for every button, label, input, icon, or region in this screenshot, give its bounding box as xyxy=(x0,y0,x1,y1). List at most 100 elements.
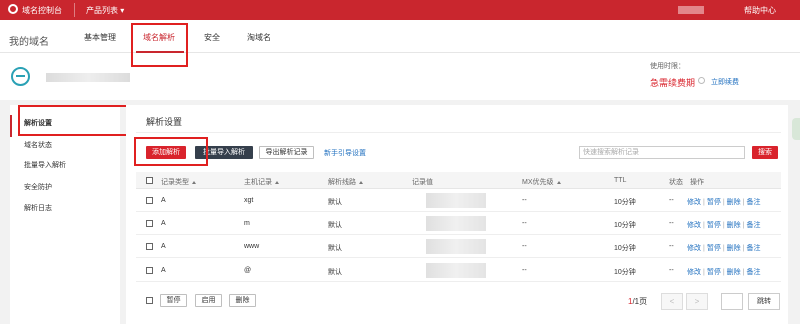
sort-up-icon xyxy=(192,180,196,184)
sidebar-active-indicator xyxy=(10,115,12,137)
col-host[interactable]: 主机记录 xyxy=(244,177,279,187)
cell-mx: -- xyxy=(522,267,527,274)
console-logo-icon xyxy=(8,4,18,14)
col-record-type[interactable]: 记录类型 xyxy=(161,177,196,187)
table-header: 记录类型 主机记录 解析线路 记录值 MX优先级 TTL 状态 操作 xyxy=(136,172,781,189)
pager-info: 1/1页 xyxy=(628,296,647,307)
row-actions: 修改 | 暂停 | 删除 | 备注 xyxy=(687,243,760,253)
sidebar-item-security-protection[interactable]: 安全防护 xyxy=(24,182,52,192)
divider: | xyxy=(703,222,705,229)
note-link[interactable]: 备注 xyxy=(746,199,760,206)
delete-link[interactable]: 删除 xyxy=(727,199,741,206)
side-float-tab[interactable] xyxy=(792,118,800,140)
col-actions: 操作 xyxy=(690,179,704,186)
pager-total: /1页 xyxy=(632,297,648,306)
col-line[interactable]: 解析线路 xyxy=(328,177,363,187)
table-row: A @ 默认 -- 10分钟 -- 修改 | 暂停 | 删除 | 备注 xyxy=(136,260,781,282)
sort-up-icon xyxy=(359,180,363,184)
help-center-link[interactable]: 帮助中心 xyxy=(744,5,776,16)
row-actions: 修改 | 暂停 | 删除 | 备注 xyxy=(687,220,760,230)
note-link[interactable]: 备注 xyxy=(746,245,760,252)
note-link[interactable]: 备注 xyxy=(746,269,760,276)
delete-link[interactable]: 删除 xyxy=(727,269,741,276)
renew-now-link[interactable]: 立即续费 xyxy=(711,77,739,87)
console-brand[interactable]: 域名控制台 xyxy=(22,5,62,16)
tab-basic-management[interactable]: 基本管理 xyxy=(84,32,116,43)
tab-divider xyxy=(0,52,800,53)
table-row: A www 默认 -- 10分钟 -- 修改 | 暂停 | 删除 | 备注 xyxy=(136,236,781,258)
row-checkbox[interactable] xyxy=(146,267,153,274)
pause-link[interactable]: 暂停 xyxy=(707,269,721,276)
cell-status: -- xyxy=(669,267,674,274)
select-all-checkbox[interactable] xyxy=(146,177,153,184)
highlight-box-sidebar xyxy=(18,105,131,136)
delete-link[interactable]: 删除 xyxy=(727,245,741,252)
page-header: 我的域名 基本管理 域名解析 安全 淘域名 使用时限： 急需续费期 立即续费 xyxy=(0,20,800,100)
next-page-button[interactable]: > xyxy=(686,293,708,310)
cell-type: A xyxy=(161,243,166,250)
sidebar-item-domain-status[interactable]: 域名状态 xyxy=(24,140,52,150)
tab-security[interactable]: 安全 xyxy=(204,32,220,43)
cell-line: 默认 xyxy=(328,269,342,276)
page-number-input[interactable] xyxy=(721,293,743,310)
pause-link[interactable]: 暂停 xyxy=(707,222,721,229)
edit-link[interactable]: 修改 xyxy=(687,245,701,252)
expire-status: 急需续费期 xyxy=(650,78,696,88)
tab-taobao-domain[interactable]: 淘域名 xyxy=(247,32,271,43)
note-link[interactable]: 备注 xyxy=(746,222,760,229)
divider: | xyxy=(742,269,745,276)
row-checkbox[interactable] xyxy=(146,197,153,204)
bulk-pause-button[interactable]: 暂停 xyxy=(160,294,187,307)
sort-up-icon xyxy=(556,180,561,184)
edit-link[interactable]: 修改 xyxy=(687,199,701,206)
product-list-label: 产品列表 xyxy=(86,6,118,15)
jump-button[interactable]: 跳转 xyxy=(748,293,780,310)
highlight-box-add xyxy=(134,137,208,166)
page-title: 解析设置 xyxy=(146,117,183,127)
product-list-menu[interactable]: 产品列表 ▾ xyxy=(86,5,124,16)
masked-username[interactable] xyxy=(678,6,704,14)
search-button[interactable]: 搜索 xyxy=(752,146,778,159)
row-actions: 修改 | 暂停 | 删除 | 备注 xyxy=(687,197,760,207)
footer-select-all-checkbox[interactable] xyxy=(146,297,153,304)
divider: | xyxy=(703,199,705,206)
table-row: A xgt 默认 -- 10分钟 -- 修改 | 暂停 | 删除 | 备注 xyxy=(136,190,781,212)
beginner-guide-link[interactable]: 新手引导设置 xyxy=(324,148,366,158)
edit-link[interactable]: 修改 xyxy=(687,269,701,276)
prev-page-button[interactable]: < xyxy=(661,293,683,310)
cell-line: 默认 xyxy=(328,245,342,252)
cell-ttl: 10分钟 xyxy=(614,245,636,252)
highlight-box-tab xyxy=(131,23,188,67)
pause-link[interactable]: 暂停 xyxy=(707,199,721,206)
sidebar-item-resolution-log[interactable]: 解析日志 xyxy=(24,203,52,213)
masked-record-value xyxy=(426,216,486,231)
divider: | xyxy=(722,222,725,229)
delete-link[interactable]: 删除 xyxy=(727,222,741,229)
bulk-enable-button[interactable]: 启用 xyxy=(195,294,222,307)
main-content: 解析设置 添加解析 批量导入解析 导出解析记录 新手引导设置 搜索 记录类型 主… xyxy=(126,105,788,324)
bulk-delete-button[interactable]: 删除 xyxy=(229,294,256,307)
masked-domain-name xyxy=(46,73,130,82)
cell-status: -- xyxy=(669,243,674,250)
cell-ttl: 10分钟 xyxy=(614,199,636,206)
table-row: A m 默认 -- 10分钟 -- 修改 | 暂停 | 删除 | 备注 xyxy=(136,213,781,235)
divider: | xyxy=(722,199,725,206)
chevron-down-icon: ▾ xyxy=(120,6,125,15)
cell-type: A xyxy=(161,220,166,227)
edit-link[interactable]: 修改 xyxy=(687,222,701,229)
my-domain-title: 我的域名 xyxy=(9,37,49,48)
sidebar-item-batch-import[interactable]: 批量导入解析 xyxy=(24,160,66,170)
cell-mx: -- xyxy=(522,243,527,250)
row-checkbox[interactable] xyxy=(146,220,153,227)
divider: | xyxy=(703,245,705,252)
pause-link[interactable]: 暂停 xyxy=(707,245,721,252)
info-icon xyxy=(698,77,705,84)
col-mx[interactable]: MX优先级 xyxy=(522,177,561,187)
search-input[interactable] xyxy=(579,146,745,159)
row-checkbox[interactable] xyxy=(146,243,153,250)
usage-period-label: 使用时限： xyxy=(650,63,685,70)
export-records-button[interactable]: 导出解析记录 xyxy=(259,146,314,159)
cell-host: m xyxy=(244,220,250,227)
cell-status: -- xyxy=(669,220,674,227)
divider: | xyxy=(742,245,745,252)
